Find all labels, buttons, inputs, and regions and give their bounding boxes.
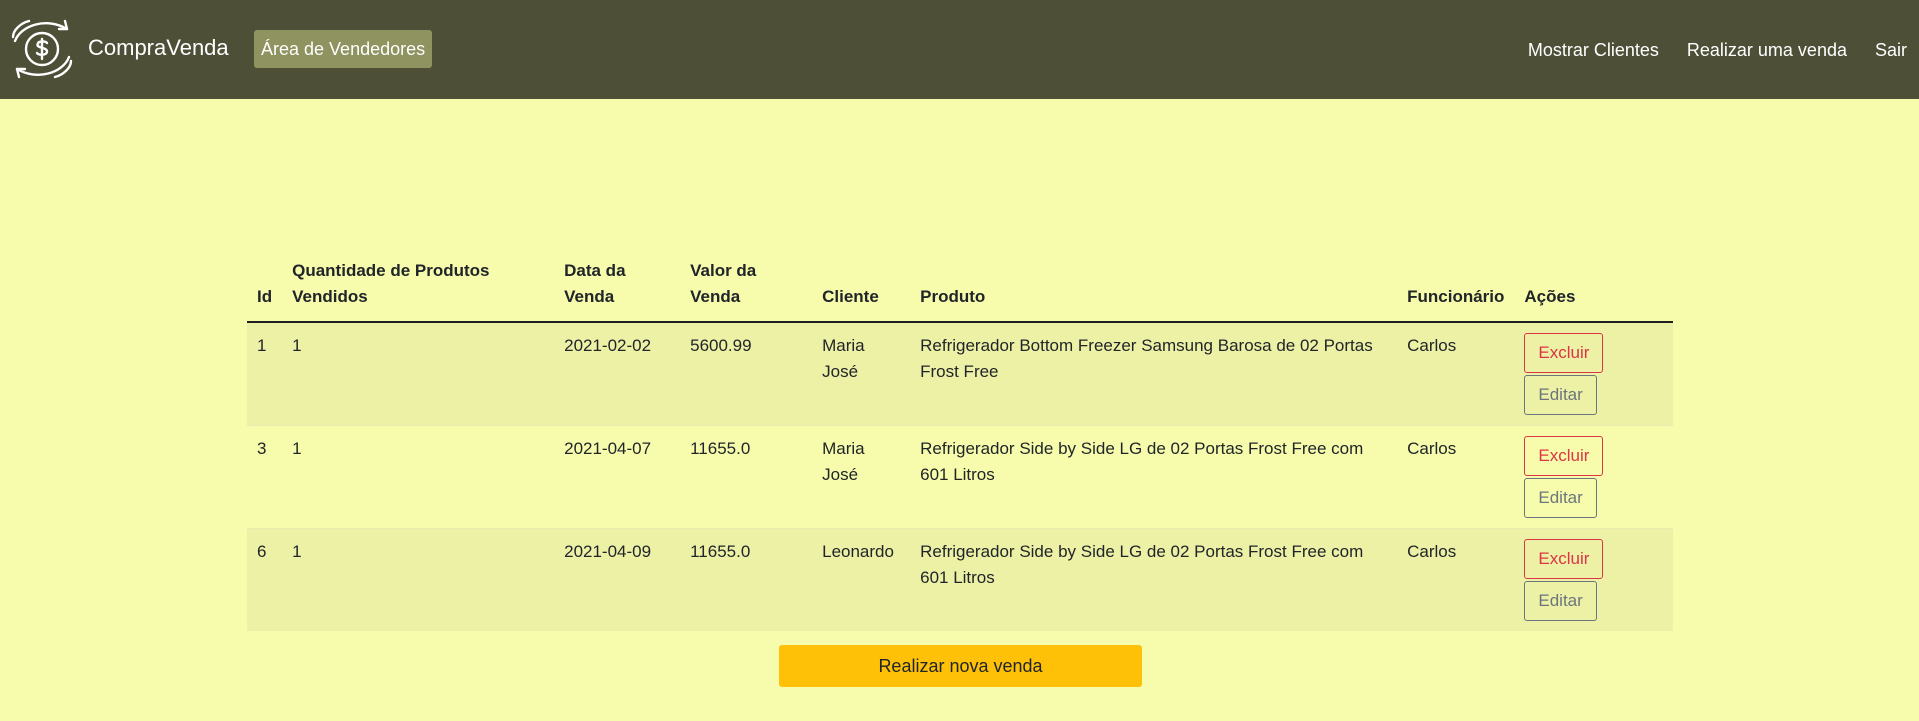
edit-button[interactable]: Editar xyxy=(1524,375,1597,415)
header-product: Produto xyxy=(910,254,1398,323)
header-employee: Funcionário xyxy=(1397,254,1515,323)
cell-actions: Excluir Editar xyxy=(1514,528,1673,631)
cell-product: Refrigerador Bottom Freezer Samsung Baro… xyxy=(920,336,1373,381)
cell-value: 5600.99 xyxy=(690,336,752,355)
table-row: 6 1 2021-04-09 11655.0 Leonardo Refriger… xyxy=(247,528,1673,631)
cell-actions: Excluir Editar xyxy=(1514,322,1673,426)
cell-id: 1 xyxy=(257,336,267,355)
nav-links: Mostrar Clientes Realizar uma venda Sair xyxy=(1528,38,1907,62)
table-header-row: Id Quantidade de Produtos Vendidos Data … xyxy=(247,254,1673,323)
money-exchange-icon[interactable] xyxy=(7,15,77,83)
cell-quantity: 1 xyxy=(292,336,302,355)
header-value: Valor da Venda xyxy=(680,254,813,323)
cell-employee: Carlos xyxy=(1407,336,1457,355)
nav-link-mostrar-clientes[interactable]: Mostrar Clientes xyxy=(1528,38,1659,62)
cell-actions: Excluir Editar xyxy=(1514,425,1673,529)
table-row: 1 1 2021-02-02 5600.99 Maria José Refrig… xyxy=(247,322,1673,426)
nav-link-realizar-venda[interactable]: Realizar uma venda xyxy=(1687,38,1847,62)
cell-id: 6 xyxy=(247,528,283,631)
cell-employee: Carlos xyxy=(1397,425,1515,529)
cell-client: Leonardo xyxy=(812,528,911,631)
nav-link-sair[interactable]: Sair xyxy=(1875,38,1907,62)
header-id: Id xyxy=(247,254,283,323)
cell-quantity: 1 xyxy=(282,425,555,529)
header-actions: Ações xyxy=(1514,254,1673,323)
cell-client: Maria José xyxy=(822,336,865,381)
cell-quantity: 1 xyxy=(282,528,555,631)
cell-id: 3 xyxy=(247,425,283,529)
header-client: Cliente xyxy=(812,254,911,323)
cell-employee: Carlos xyxy=(1397,528,1515,631)
area-vendedores-button[interactable]: Área de Vendedores xyxy=(254,30,433,68)
sales-table: Id Quantidade de Produtos Vendidos Data … xyxy=(247,254,1673,631)
delete-button[interactable]: Excluir xyxy=(1524,333,1604,373)
cell-product: Refrigerador Side by Side LG de 02 Porta… xyxy=(910,528,1398,631)
brand-name[interactable]: CompraVenda xyxy=(88,34,229,62)
header-quantity: Quantidade de Produtos Vendidos xyxy=(282,254,555,323)
cell-date: 2021-04-09 xyxy=(554,528,681,631)
cell-date: 2021-02-02 xyxy=(564,336,652,355)
cell-value: 11655.0 xyxy=(680,425,813,529)
top-navbar: CompraVenda Área de Vendedores Mostrar C… xyxy=(0,0,1919,99)
cell-client: Maria José xyxy=(812,425,911,529)
sales-table-container: Id Quantidade de Produtos Vendidos Data … xyxy=(247,254,1673,631)
cell-product: Refrigerador Side by Side LG de 02 Porta… xyxy=(910,425,1398,529)
delete-button[interactable]: Excluir xyxy=(1524,539,1604,579)
cell-value: 11655.0 xyxy=(680,528,813,631)
cell-date: 2021-04-07 xyxy=(554,425,681,529)
table-row: 3 1 2021-04-07 11655.0 Maria José Refrig… xyxy=(247,425,1673,529)
edit-button[interactable]: Editar xyxy=(1524,581,1597,621)
header-date: Data da Venda xyxy=(554,254,681,323)
edit-button[interactable]: Editar xyxy=(1524,478,1597,518)
delete-button[interactable]: Excluir xyxy=(1524,436,1604,476)
new-sale-button[interactable]: Realizar nova venda xyxy=(779,645,1142,687)
